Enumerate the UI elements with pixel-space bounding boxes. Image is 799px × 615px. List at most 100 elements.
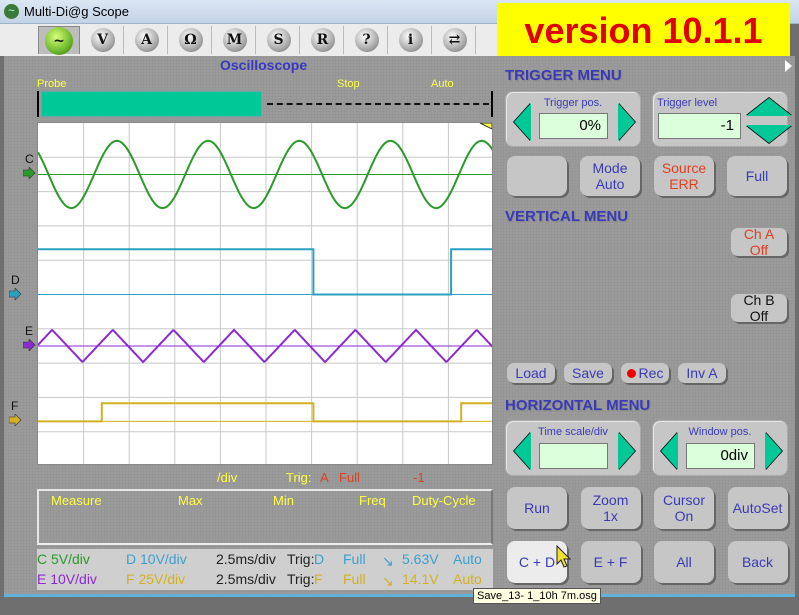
trigger-level-up-arrow-icon[interactable] (746, 98, 792, 116)
toolbar-r-mode-button[interactable]: R (302, 26, 344, 54)
all-button[interactable]: All (654, 541, 714, 583)
tooltip: Save_13- 1_10h 7m.osg (473, 588, 601, 604)
window-pos-left-arrow-icon[interactable] (661, 432, 678, 470)
trigger-blank-button[interactable] (507, 156, 567, 196)
page-title: Oscilloscope (220, 57, 308, 73)
save-button[interactable]: Save (564, 363, 612, 383)
div-label: /div (217, 470, 238, 485)
channel-D-label: D (11, 272, 20, 287)
trig-label: Trig: (286, 470, 312, 485)
ch-b-toggle-button[interactable]: Ch B Off (731, 292, 787, 324)
time-scale-value (539, 443, 608, 469)
channel-info-trig: Trig: (287, 571, 315, 587)
channel-C-label: C (25, 152, 34, 167)
expand-arrow-icon[interactable] (785, 60, 792, 72)
record-button[interactable]: Rec (621, 363, 669, 383)
autoset-button[interactable]: AutoSet (727, 487, 788, 529)
channel-info-panel: C 5V/div D 10V/div 2.5ms/div Trig: D Full 5.63… (37, 549, 493, 590)
oscilloscope-icon: ~ (45, 26, 73, 55)
toolbar-oscilloscope-button[interactable]: ~ (38, 26, 80, 55)
toolbar-m-mode-button[interactable]: M (214, 26, 256, 54)
trigger-status-line: /div Trig: A Full -1 (37, 470, 493, 486)
trigger-mode-button[interactable]: Mode Auto (580, 156, 640, 196)
zoom-button[interactable]: Zoom 1x (580, 487, 641, 529)
trigger-menu-title: TRIGGER MENU (505, 67, 622, 84)
max-header: Max (178, 493, 203, 508)
s-mode-icon: S (266, 28, 291, 52)
help-icon: ? (354, 28, 379, 52)
window-title: Multi-Di@g Scope (24, 4, 129, 19)
scope-app-icon[interactable]: ~ (4, 4, 19, 19)
mouse-cursor-icon (556, 544, 572, 572)
toolbar-help-button[interactable]: ? (346, 26, 388, 54)
load-button[interactable]: Load (507, 363, 555, 383)
toolbar-info-button[interactable]: i (390, 26, 432, 54)
window-pos-value: 0div (686, 443, 755, 469)
channel-E-offset-arrow-icon[interactable] (22, 338, 36, 354)
e-plus-f-button[interactable]: E + F (580, 541, 641, 583)
back-button[interactable]: Back (727, 541, 788, 583)
trig-level: -1 (413, 470, 425, 485)
horizontal-menu-title: HORIZONTAL MENU (505, 397, 651, 414)
channel-C-offset-arrow-icon[interactable] (22, 166, 36, 182)
channel-info-ch2: F 25V/div (126, 571, 186, 587)
channel-info-trig-ch: F (314, 571, 323, 587)
version-banner: version 10.1.1 (497, 3, 790, 56)
auto-label: Auto (431, 78, 454, 90)
channel-E-label: E (25, 323, 34, 338)
time-scale-right-arrow-icon[interactable] (618, 432, 635, 470)
channel-info-ch1: C 5V/div (37, 551, 90, 567)
freq-header: Freq (359, 493, 386, 508)
channel-info-mode: Full (343, 571, 366, 587)
mode-toolbar: ~ V A Ω M S R? i ⇄ (0, 24, 497, 56)
toolbar-switch-window-button[interactable]: ⇄ (434, 26, 476, 54)
trig-channel: A (320, 470, 329, 485)
channel-info-level: 5.63V (402, 551, 439, 567)
toolbar-ohmmeter-button[interactable]: Ω (170, 26, 212, 54)
toolbar-voltmeter-button[interactable]: V (82, 26, 124, 54)
channel-info-ch1: E 10V/div (37, 571, 97, 587)
measure-header: Measure (51, 493, 102, 508)
run-button[interactable]: Run (507, 487, 567, 529)
min-header: Min (273, 493, 294, 508)
trigger-buffer-fill (41, 91, 263, 117)
r-mode-icon: R (310, 28, 335, 52)
trigger-buffer-bar (37, 91, 493, 117)
channel-info-time: 2.5ms/div (216, 551, 276, 567)
trigger-buffer-empty (267, 103, 489, 105)
trigger-slope-icon: ↘ (382, 573, 394, 589)
cursor-button[interactable]: Cursor On (654, 487, 714, 529)
time-scale-left-arrow-icon[interactable] (514, 432, 531, 470)
channel-info-ch2: D 10V/div (126, 551, 187, 567)
trigger-pos-left-arrow-icon[interactable] (514, 103, 531, 141)
invert-a-button[interactable]: Inv A (678, 363, 726, 383)
ch-a-toggle-button[interactable]: Ch A Off (731, 226, 787, 258)
channel-F-offset-arrow-icon[interactable] (8, 413, 22, 429)
trigger-pos-value: 0% (539, 113, 608, 139)
channel-info-time: 2.5ms/div (216, 571, 276, 587)
m-mode-icon: M (222, 28, 247, 52)
trigger-pos-right-arrow-icon[interactable] (618, 103, 635, 141)
channel-info-auto: Auto (453, 551, 482, 567)
trigger-pos-panel: Trigger pos. 0% (505, 91, 641, 147)
duty-cycle-header: Duty-Cycle (412, 493, 476, 508)
voltmeter-icon: V (90, 28, 115, 52)
info-icon: i (398, 28, 423, 52)
window-pos-right-arrow-icon[interactable] (765, 432, 782, 470)
channel-info-auto: Auto (453, 571, 482, 587)
window-pos-panel: Window pos. 0div (652, 420, 788, 476)
switch-window-icon: ⇄ (442, 28, 467, 52)
trigger-source-button[interactable]: Source ERR (654, 156, 714, 196)
scope-plot[interactable] (37, 122, 493, 465)
trigger-level-down-arrow-icon[interactable] (746, 125, 792, 143)
stop-label: Stop (337, 78, 360, 90)
trigger-level-value: -1 (658, 113, 741, 139)
measure-table: Measure Max Min Freq Duty-Cycle (37, 489, 493, 545)
channel-info-mode: Full (343, 551, 366, 567)
trigger-full-button[interactable]: Full (727, 156, 787, 196)
record-icon (626, 368, 636, 378)
toolbar-s-mode-button[interactable]: S (258, 26, 300, 54)
toolbar-ammeter-button[interactable]: A (126, 26, 168, 54)
channel-info-trig: Trig: (287, 551, 315, 567)
channel-D-offset-arrow-icon[interactable] (8, 286, 22, 303)
